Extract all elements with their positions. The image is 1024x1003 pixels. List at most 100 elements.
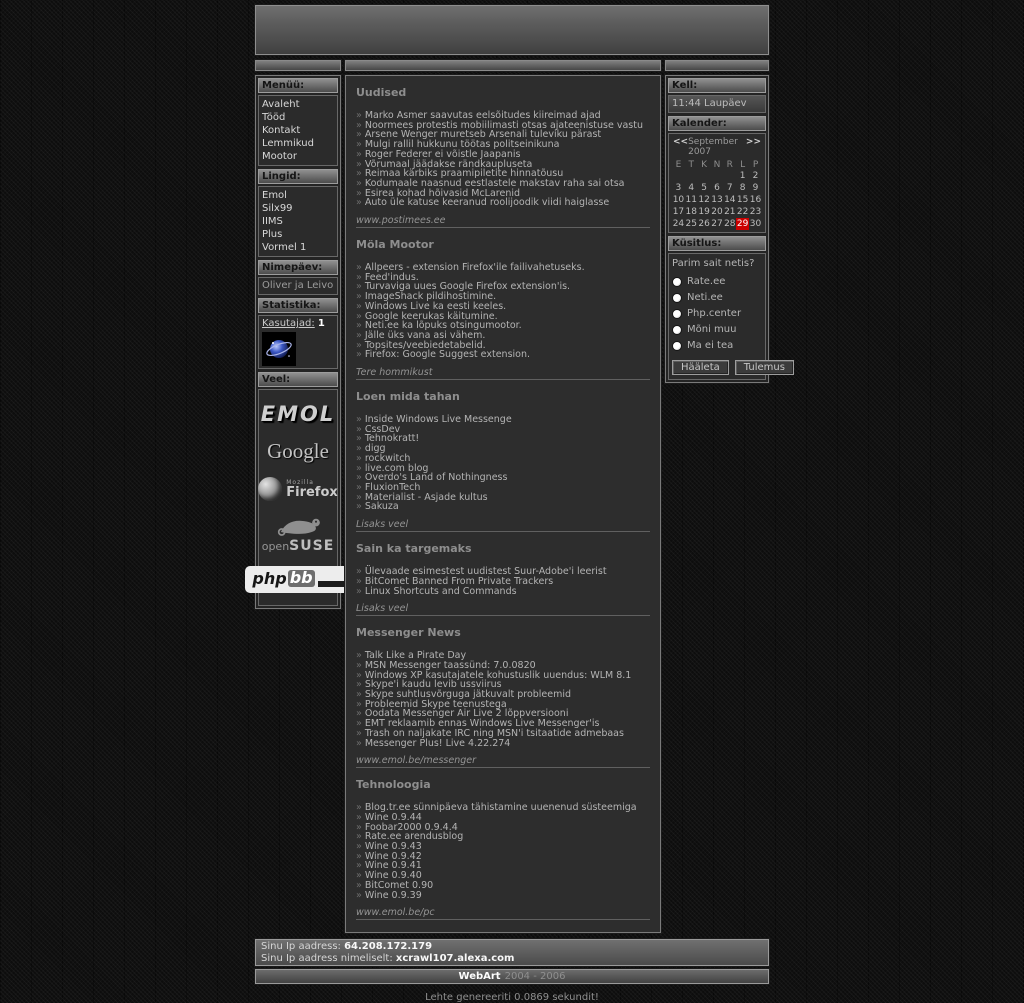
calendar-day: 11 <box>685 194 698 206</box>
main-column-top-bar <box>345 60 661 71</box>
menu-box: AvalehtTöödKontaktLemmikudMootor <box>258 95 338 166</box>
poll-option: Rate.ee <box>672 276 762 287</box>
links-box: EmolSilx99IIMSPlusVormel 1 <box>258 186 338 257</box>
generation-time-text: Lehte genereeriti 0.0869 sekundit! <box>0 992 1024 1003</box>
calendar-week-row: 12 <box>672 170 762 182</box>
calendar-weekday-row: ETKNRLP <box>672 159 762 170</box>
section-separator <box>356 227 650 228</box>
firefox-globe-icon <box>258 477 282 501</box>
poll-option-label: Ma ei tea <box>687 340 733 351</box>
external-link[interactable]: Plus <box>262 228 334 241</box>
radio-button-icon[interactable] <box>672 325 682 335</box>
content-section: Uudised Marko Asmer saavutas eelsõitudes… <box>356 86 650 228</box>
emol-logo[interactable]: EMOL <box>261 402 335 426</box>
columns: Menüü: AvalehtTöödKontaktLemmikudMootor … <box>255 60 769 933</box>
section-footer-link[interactable]: www.postimees.ee <box>356 215 650 226</box>
section-footer-link[interactable]: www.emol.be/pc <box>356 907 650 918</box>
calendar-weekday: L <box>736 159 749 170</box>
external-link[interactable]: Emol <box>262 189 334 202</box>
left-sidebar: Menüü: AvalehtTöödKontaktLemmikudMootor … <box>255 60 341 609</box>
calendar-day: 4 <box>685 182 698 194</box>
section-title: Messenger News <box>356 626 650 639</box>
external-link[interactable]: Silx99 <box>262 202 334 215</box>
section-list: Allpeers - extension Firefox'ile failiva… <box>356 263 650 360</box>
news-link[interactable]: Tehnokratt! <box>356 434 650 444</box>
calendar-day: 9 <box>749 182 762 194</box>
radio-button-icon[interactable] <box>672 277 682 287</box>
radio-button-icon[interactable] <box>672 309 682 319</box>
news-link[interactable]: Messenger Plus! Live 4.22.274 <box>356 739 650 749</box>
calendar-weekday: N <box>711 159 724 170</box>
calendar-day: 2 <box>749 170 762 182</box>
menu-link[interactable]: Avaleht <box>262 98 334 111</box>
external-link[interactable]: Vormel 1 <box>262 241 334 254</box>
globe-icon <box>262 332 296 366</box>
section-footer-link[interactable]: www.emol.be/messenger <box>356 755 650 766</box>
calendar-day: 22 <box>736 206 749 218</box>
calendar-day: 21 <box>723 206 736 218</box>
news-link[interactable]: Wine 0.9.41 <box>356 861 650 871</box>
calendar-grid: ETKNRLP 12 3456789 <box>672 159 762 230</box>
news-link[interactable]: Firefox: Google Suggest extension. <box>356 350 650 360</box>
menu-link[interactable]: Mootor <box>262 150 334 163</box>
phpbb-logo[interactable]: phpbb <box>245 566 350 593</box>
main-content-panel: Uudised Marko Asmer saavutas eelsõitudes… <box>345 75 661 933</box>
calendar-weeks: 12 3456789 10111213141516 <box>672 170 762 230</box>
calendar-next-button[interactable]: >> <box>746 137 761 157</box>
opensuse-logo[interactable]: openSUSE <box>262 514 335 553</box>
section-separator <box>356 615 650 616</box>
webart-brand-link[interactable]: WebArt <box>459 971 501 982</box>
section-footer-link[interactable]: Lisaks veel <box>356 603 650 614</box>
section-footer-link[interactable]: Lisaks veel <box>356 519 650 530</box>
content-section: Messenger News Talk Like a Pirate DayMSN… <box>356 626 650 768</box>
news-link[interactable]: Sakuza <box>356 502 650 512</box>
calendar-day: 10 <box>672 194 685 206</box>
news-link[interactable]: Linux Shortcuts and Commands <box>356 587 650 597</box>
vote-button[interactable]: Hääleta <box>672 360 729 375</box>
menu-link[interactable]: Tööd <box>262 111 334 124</box>
news-link[interactable]: Wine 0.9.39 <box>356 891 650 901</box>
section-separator <box>356 919 650 920</box>
section-separator <box>356 379 650 380</box>
news-link[interactable]: Materialist - Asjade kultus <box>356 493 650 503</box>
radio-button-icon[interactable] <box>672 293 682 303</box>
section-separator <box>356 531 650 532</box>
menu-link[interactable]: Kontakt <box>262 124 334 137</box>
calendar-weekday: K <box>698 159 711 170</box>
calendar-day <box>672 170 685 182</box>
more-header: Veel: <box>258 372 338 387</box>
calendar-day: 30 <box>749 218 762 230</box>
calendar-week-row: 17181920212223 <box>672 206 762 218</box>
nameday-value: Oliver ja Leivo <box>258 277 338 295</box>
radio-button-icon[interactable] <box>672 341 682 351</box>
hostname-label: Sinu Ip aadress nimeliselt: <box>261 953 393 964</box>
news-link[interactable]: Wine 0.9.40 <box>356 871 650 881</box>
external-link[interactable]: IIMS <box>262 215 334 228</box>
news-link[interactable]: BitComet 0.90 <box>356 881 650 891</box>
poll-box: Parim sait netis? Rate.ee Neti.ee <box>668 253 766 380</box>
section-title: Uudised <box>356 86 650 99</box>
firefox-logo-text: Mozilla Firefox <box>286 480 338 499</box>
clock-header: Kell: <box>668 78 766 93</box>
menu-link[interactable]: Lemmikud <box>262 137 334 150</box>
calendar-day: 19 <box>698 206 711 218</box>
section-separator <box>356 767 650 768</box>
links-list: EmolSilx99IIMSPlusVormel 1 <box>262 189 334 254</box>
calendar-day: 14 <box>723 194 736 206</box>
calendar-week-row: 10111213141516 <box>672 194 762 206</box>
content-section: Sain ka targemaks Ülevaade esimestest uu… <box>356 542 650 616</box>
calendar-day: 15 <box>736 194 749 206</box>
content-section: Loen mida tahan Inside Windows Live Mess… <box>356 390 650 532</box>
calendar-day: 29 <box>736 218 749 230</box>
calendar-prev-button[interactable]: << <box>673 137 688 157</box>
textured-desktop-background: { "colors": { "calendar_selected_bg": "#… <box>0 0 1024 865</box>
users-online-label[interactable]: Kasutajad: <box>262 318 315 329</box>
news-link[interactable]: Inside Windows Live Messenge <box>356 415 650 425</box>
google-logo[interactable]: Google <box>267 439 329 464</box>
news-link[interactable]: Auto üle katuse keeranud roolijoodik vii… <box>356 198 650 208</box>
poll-option-label: Php.center <box>687 308 741 319</box>
results-button[interactable]: Tulemus <box>735 360 794 375</box>
section-footer-link[interactable]: Tere hommikust <box>356 367 650 378</box>
calendar-day: 23 <box>749 206 762 218</box>
firefox-logo[interactable]: Mozilla Firefox <box>258 477 338 501</box>
